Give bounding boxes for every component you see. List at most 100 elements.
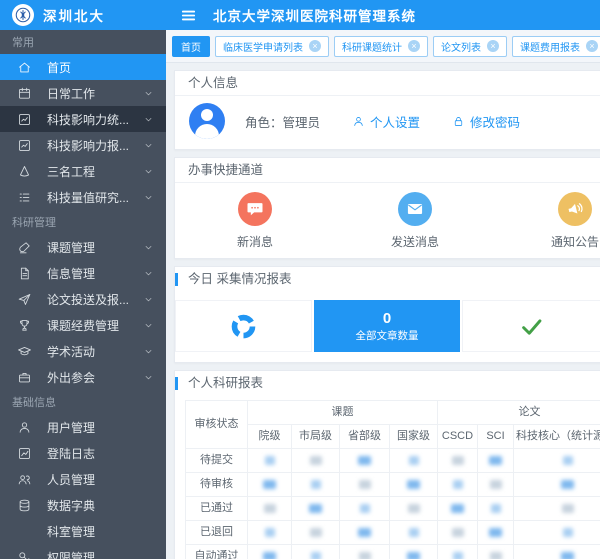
- tab-4[interactable]: 课题费用报表×: [512, 36, 600, 57]
- user-icon: [352, 115, 365, 128]
- sidebar-item-1-0[interactable]: 课题管理: [0, 234, 166, 260]
- column-header-status: 审核状态: [186, 401, 248, 449]
- report-table: 审核状态课题论文院级市局级省部级国家级CSCDSCI科技核心（统计源）期刊 待提…: [185, 400, 600, 559]
- loading-spinner-icon: [230, 313, 257, 340]
- blurred-value: [311, 552, 321, 559]
- sidebar-item-label: 科技影响力统...: [47, 111, 143, 128]
- table-cell: [478, 449, 514, 473]
- sidebar-item-1-1[interactable]: 信息管理: [0, 260, 166, 286]
- blurred-value: [358, 528, 371, 537]
- sidebar-item-2-0[interactable]: 用户管理: [0, 414, 166, 440]
- tab-1[interactable]: 临床医学申请列表 ×: [215, 36, 329, 57]
- sidebar-item-2-1[interactable]: 登陆日志: [0, 440, 166, 466]
- sidebar-item-0-4[interactable]: 三名工程: [0, 158, 166, 184]
- table-row: 已通过: [186, 497, 600, 521]
- sidebar-item-1-3[interactable]: 课题经费管理: [0, 312, 166, 338]
- table-row: 待审核: [186, 473, 600, 497]
- table-cell: [478, 473, 514, 497]
- blurred-value: [360, 504, 370, 513]
- app-window: 深圳北大 北京大学深圳医院科研管理系统 常用首页日常工作科技影响力统...科技影…: [0, 0, 600, 559]
- tab-bar: 首页临床医学申请列表×科研课题统计×论文列表×课题费用报表×用户列表×: [166, 30, 600, 63]
- blurred-value: [310, 528, 322, 537]
- stat-box-success[interactable]: [462, 300, 600, 352]
- stat-box-loading[interactable]: [175, 300, 312, 352]
- report-table-wrap: 审核状态课题论文院级市局级省部级国家级CSCDSCI科技核心（统计源）期刊 待提…: [175, 396, 600, 559]
- tab-close-icon[interactable]: ×: [309, 40, 321, 52]
- chevron-down-icon: [143, 140, 154, 151]
- personal-link-label: 个人设置: [370, 112, 420, 131]
- avatar-person-icon: [201, 109, 213, 121]
- sidebar-item-0-5[interactable]: 科技量值研究...: [0, 184, 166, 210]
- row-label: 待审核: [186, 473, 248, 497]
- avatar[interactable]: [189, 103, 225, 139]
- sidebar-item-2-2[interactable]: 人员管理: [0, 466, 166, 492]
- table-cell: [478, 545, 514, 559]
- column-header: 科技核心（统计源）期刊: [514, 425, 600, 449]
- sidebar-item-label: 人员管理: [47, 471, 154, 488]
- sidebar-item-label: 论文投送及报...: [47, 291, 143, 308]
- tab-3[interactable]: 论文列表 ×: [433, 36, 507, 57]
- column-header: 国家级: [390, 425, 438, 449]
- table-cell: [340, 449, 390, 473]
- sidebar-section-header: 常用: [0, 30, 166, 54]
- personal-link-label: 修改密码: [470, 112, 520, 131]
- main-area: 首页临床医学申请列表×科研课题统计×论文列表×课题费用报表×用户列表× 个人信息…: [166, 30, 600, 559]
- table-cell: [390, 449, 438, 473]
- tab-close-icon[interactable]: ×: [408, 40, 420, 52]
- sidebar-item-1-4[interactable]: 学术活动: [0, 338, 166, 364]
- sidebar-item-0-2[interactable]: 科技影响力统...: [0, 106, 166, 132]
- blurred-value: [264, 504, 276, 513]
- sidebar-item-0-0[interactable]: 首页: [0, 54, 166, 80]
- column-group-header: 课题: [248, 401, 438, 425]
- blurred-value: [562, 504, 574, 513]
- tab-2[interactable]: 科研课题统计×: [334, 36, 428, 57]
- table-cell: [478, 497, 514, 521]
- tab-label: 临床医学申请列表: [223, 39, 303, 54]
- table-cell: [292, 497, 340, 521]
- sidebar-item-label: 信息管理: [47, 265, 143, 282]
- stat-box-total-articles[interactable]: 0 全部文章数量: [314, 300, 460, 352]
- tab-label: 论文列表: [441, 39, 481, 54]
- sidebar-item-1-5[interactable]: 外出参会: [0, 364, 166, 390]
- sidebar-item-0-3[interactable]: 科技影响力报...: [0, 132, 166, 158]
- tab-0[interactable]: 首页: [172, 36, 210, 57]
- quick-action-2[interactable]: 通知公告: [495, 192, 600, 250]
- trend-chart-icon: [17, 112, 32, 127]
- sidebar-item-label: 科室管理: [47, 523, 154, 540]
- personal-link-0[interactable]: 个人设置: [352, 112, 420, 131]
- cone-icon: [17, 164, 32, 179]
- quick-action-1[interactable]: 发送消息: [335, 192, 495, 250]
- quick-actions-card: 办事快捷通道 新消息发送消息通知公告: [174, 157, 600, 259]
- chevron-down-icon: [143, 294, 154, 305]
- blurred-value: [311, 480, 321, 489]
- table-cell: [478, 521, 514, 545]
- sidebar-item-1-2[interactable]: 论文投送及报...: [0, 286, 166, 312]
- app-title: 北京大学深圳医院科研管理系统: [213, 5, 416, 25]
- logo-area[interactable]: 深圳北大: [0, 0, 166, 30]
- sidebar-item-2-3[interactable]: 数据字典: [0, 492, 166, 518]
- table-row: 已退回: [186, 521, 600, 545]
- logo-text: 深圳北大: [43, 5, 105, 25]
- blurred-value: [561, 480, 574, 489]
- table-cell: [248, 545, 292, 559]
- table-cell: [438, 473, 478, 497]
- personal-link-1[interactable]: 修改密码: [452, 112, 520, 131]
- sidebar-item-2-4[interactable]: 科室管理: [0, 518, 166, 544]
- table-cell: [292, 521, 340, 545]
- sidebar-item-2-5[interactable]: 权限管理: [0, 544, 166, 559]
- table-cell: [340, 497, 390, 521]
- chevron-down-icon: [143, 114, 154, 125]
- row-label: 已退回: [186, 521, 248, 545]
- personal-research-card: 个人科研报表 审核状态课题论文院级市局级省部级国家级CSCDSCI科技核心（统计…: [174, 370, 600, 559]
- chevron-down-icon: [143, 192, 154, 203]
- tab-close-icon[interactable]: ×: [586, 40, 598, 52]
- menu-toggle-button[interactable]: [180, 7, 197, 24]
- quick-action-0[interactable]: 新消息: [175, 192, 335, 250]
- column-header: CSCD: [438, 425, 478, 449]
- stat-value: 0: [383, 309, 391, 329]
- blurred-value: [490, 480, 502, 489]
- tab-close-icon[interactable]: ×: [487, 40, 499, 52]
- table-cell: [390, 473, 438, 497]
- sidebar-item-0-1[interactable]: 日常工作: [0, 80, 166, 106]
- sidebar-item-label: 学术活动: [47, 343, 143, 360]
